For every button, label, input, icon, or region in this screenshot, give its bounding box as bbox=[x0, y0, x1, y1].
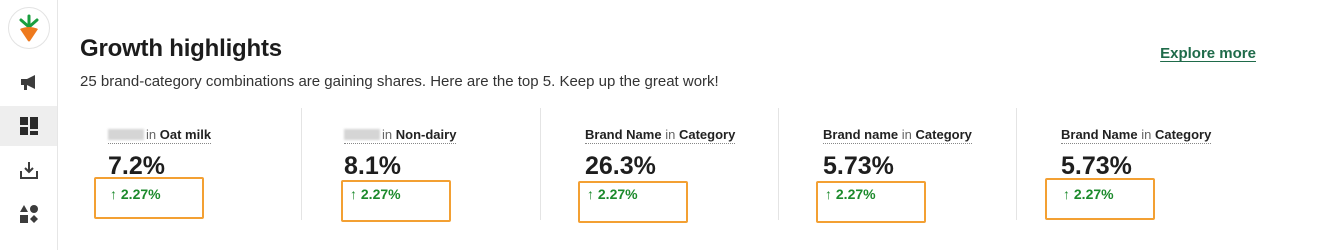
redacted-brand bbox=[108, 129, 144, 140]
highlight-label[interactable]: Brand name in Category bbox=[823, 127, 972, 144]
highlight-annotation-box bbox=[1045, 178, 1155, 220]
redacted-brand bbox=[344, 129, 380, 140]
dashboard-icon bbox=[19, 117, 38, 135]
highlight-value: 26.3% bbox=[585, 152, 656, 180]
explore-more-link[interactable]: Explore more bbox=[1160, 45, 1256, 62]
highlight-annotation-box bbox=[816, 181, 926, 223]
nav-campaigns[interactable] bbox=[0, 62, 57, 102]
section-title: Growth highlights bbox=[80, 35, 282, 62]
highlight-value: 5.73% bbox=[1061, 152, 1132, 180]
highlight-value: 8.1% bbox=[344, 152, 401, 180]
sidebar bbox=[0, 0, 58, 250]
carrot-logo-icon bbox=[19, 14, 39, 42]
highlight-value: 5.73% bbox=[823, 152, 894, 180]
highlight-label[interactable]: in Non-dairy bbox=[344, 127, 457, 144]
shapes-icon bbox=[19, 205, 38, 223]
highlight-label[interactable]: Brand Name in Category bbox=[1061, 127, 1212, 144]
card-divider bbox=[1016, 108, 1017, 220]
megaphone-icon bbox=[20, 75, 35, 90]
logo-button[interactable] bbox=[8, 7, 50, 49]
highlight-annotation-box bbox=[578, 181, 688, 223]
nav-dashboard[interactable] bbox=[0, 106, 57, 146]
highlight-annotation-box bbox=[94, 177, 204, 219]
nav-downloads[interactable] bbox=[0, 150, 57, 190]
nav-catalog[interactable] bbox=[0, 194, 57, 234]
card-divider bbox=[301, 108, 302, 220]
card-divider bbox=[778, 108, 779, 220]
highlight-label[interactable]: in Oat milk bbox=[108, 127, 212, 144]
highlight-annotation-box bbox=[341, 180, 451, 222]
card-divider bbox=[540, 108, 541, 220]
highlight-label[interactable]: Brand Name in Category bbox=[585, 127, 736, 144]
download-icon bbox=[19, 162, 38, 179]
section-subtitle: 25 brand-category combinations are gaini… bbox=[80, 73, 719, 90]
growth-highlights-section: Growth highlights Explore more 25 brand-… bbox=[80, 0, 1336, 250]
